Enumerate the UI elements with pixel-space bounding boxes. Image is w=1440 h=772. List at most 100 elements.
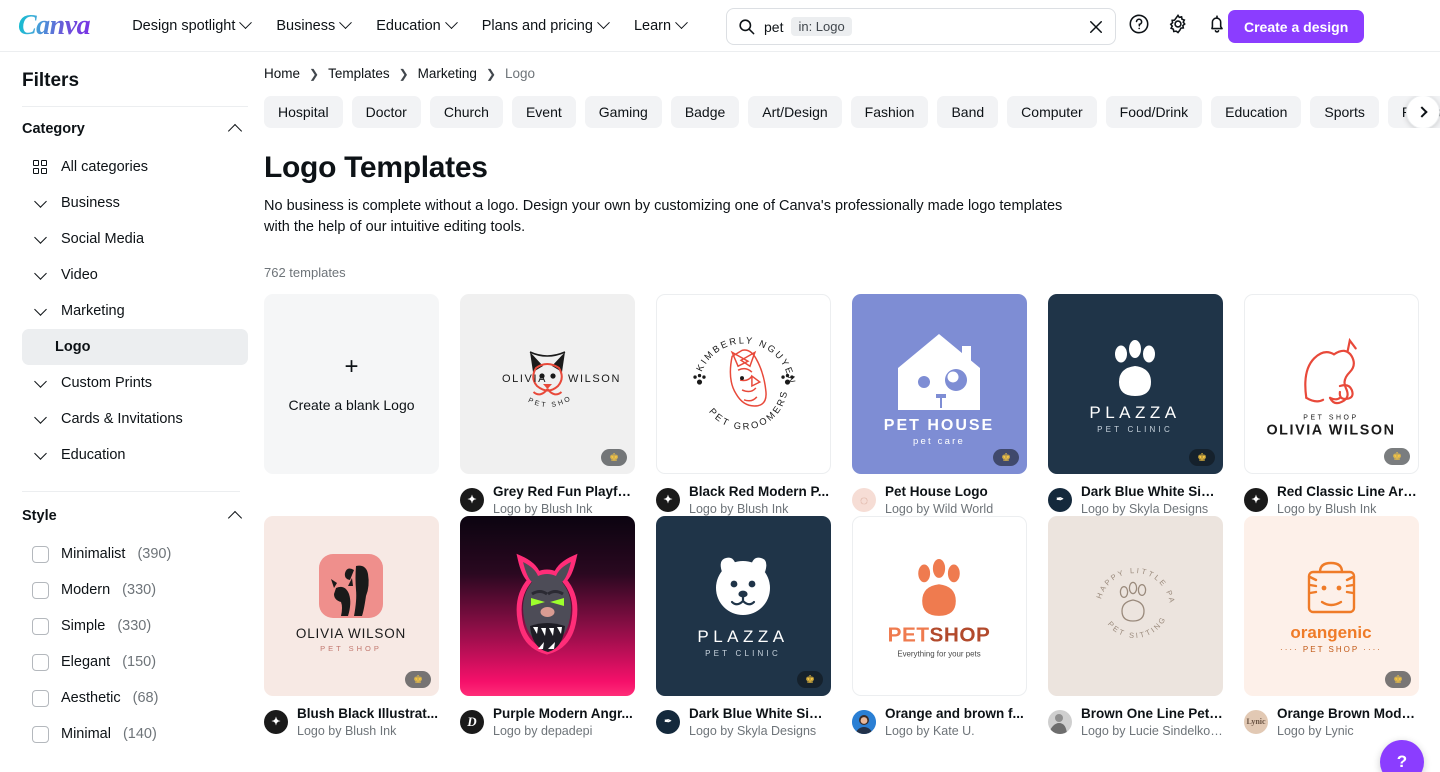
nav-item-learn[interactable]: Learn [624,11,696,41]
style-count: (68) [132,690,159,706]
sidebar-item-custom-prints[interactable]: Custom Prints [22,365,248,401]
orange-paw-petshop-art: PETSHOP Everything for your pets [888,558,990,658]
breadcrumb-templates[interactable]: Templates [328,66,390,81]
template-card[interactable]: OLIVIA WILSON PET SHOP ♚ ✦ Grey Red Fun … [460,293,635,516]
nav-item-business[interactable]: Business [266,11,360,41]
nav-item-plans-and-pricing[interactable]: Plans and pricing [472,11,618,41]
template-thumbnail[interactable]: OLIVIA WILSON PET SHOP ♚ [460,293,635,474]
template-author: Logo by Blush Ink [1277,501,1377,516]
wolf-circle-badge-art: KIMBERLY NGUYEN PET GROOMERS [693,334,796,432]
checkbox[interactable] [32,689,49,707]
chip-event[interactable]: Event [511,96,576,128]
template-meta: ◌ Pet House Logo Logo by Wild World [852,484,1027,516]
template-card[interactable]: orangenic ···· PET SHOP ···· ♚ Lynic Ora… [1244,515,1419,738]
author-avatar[interactable]: ✦ [460,487,484,512]
style-filter-elegant[interactable]: Elegant (150) [22,644,248,680]
author-avatar[interactable]: Lynic [1244,709,1268,734]
checkbox[interactable] [32,581,49,599]
template-thumbnail[interactable]: orangenic ···· PET SHOP ···· ♚ [1244,515,1419,696]
template-card[interactable]: PETSHOP Everything for your pets Orange … [852,515,1027,738]
template-thumbnail[interactable]: PLAZZA PET CLINIC ♚ [656,515,831,696]
template-card[interactable]: OLIVIA WILSON PET SHOP ♚ ✦ Blush Black I… [264,515,439,738]
breadcrumb-home[interactable]: Home [264,66,300,81]
style-label: Modern [61,582,111,598]
template-title: Red Classic Line Art ... [1277,483,1419,499]
sidebar-item-business[interactable]: Business [22,185,248,221]
author-avatar[interactable]: ✦ [1244,487,1268,512]
template-thumbnail[interactable] [460,515,635,696]
author-avatar[interactable]: ◌ [852,487,876,512]
chip-badge[interactable]: Badge [670,96,740,128]
sidebar-item-social-media[interactable]: Social Media [22,221,248,257]
nav-item-design-spotlight[interactable]: Design spotlight [122,11,260,41]
chip-sports[interactable]: Sports [1310,96,1379,128]
template-card[interactable]: PET SHOP OLIVIA WILSON ♚ ✦ Red Classic L… [1244,293,1419,516]
style-filter-simple[interactable]: Simple (330) [22,608,248,644]
style-filter-aesthetic[interactable]: Aesthetic (68) [22,680,248,716]
sidebar-item-all-categories[interactable]: All categories [22,149,248,185]
template-thumbnail[interactable]: PET HOUSE pet care ♚ [852,293,1027,474]
search-query-text[interactable]: pet [764,19,783,35]
breadcrumb-marketing[interactable]: Marketing [418,66,477,81]
create-blank-logo-card[interactable]: + Create a blank Logo [264,293,439,474]
create-a-design-button[interactable]: Create a design [1228,10,1365,43]
sidebar-item-cards-and-invitations[interactable]: Cards & Invitations [22,401,248,437]
chip-doctor[interactable]: Doctor [351,96,421,128]
author-avatar[interactable]: ✒ [656,709,680,734]
template-card[interactable]: D Purple Modern Angr... Logo by depadepi [460,515,635,738]
gear-icon[interactable] [1167,13,1189,35]
sidebar-item-logo[interactable]: Logo [22,329,248,365]
chip-art-design[interactable]: Art/Design [748,96,842,128]
canva-logo[interactable]: Canva [14,10,94,42]
bell-icon[interactable] [1206,13,1228,35]
paw-plazza-logo-art: PLAZZA PET CLINIC [1089,339,1176,434]
sidebar-item-marketing[interactable]: Marketing [22,293,248,329]
style-section-header[interactable]: Style [22,508,248,526]
sidebar-item-education[interactable]: Education [22,437,248,473]
chip-fashion[interactable]: Fashion [850,96,929,128]
sidebar-item-video[interactable]: Video [22,257,248,293]
search-scope-chip[interactable]: in: Logo [791,17,852,36]
author-avatar[interactable] [1048,709,1072,734]
chevron-down-icon [32,411,48,425]
clear-icon[interactable] [1087,18,1105,36]
page-body: Filters Category All categories Business… [0,52,1440,772]
style-filter-minimal[interactable]: Minimal (140) [22,716,248,752]
checkbox[interactable] [32,653,49,671]
author-avatar[interactable]: D [460,709,484,734]
chip-band[interactable]: Band [937,96,999,128]
template-card[interactable]: PLAZZA PET CLINIC ♚ ✒ Dark Blue White Si… [1048,293,1223,516]
template-card[interactable]: PLAZZA PET CLINIC ♚ ✒ Dark Blue White Si… [656,515,831,738]
style-filter-minimalist[interactable]: Minimalist (390) [22,536,248,572]
nav-item-education[interactable]: Education [366,11,466,41]
author-avatar[interactable]: ✦ [656,487,680,512]
author-avatar[interactable] [852,709,876,734]
style-filter-modern[interactable]: Modern (330) [22,572,248,608]
template-thumbnail[interactable]: OLIVIA WILSON PET SHOP ♚ [264,515,439,696]
template-card[interactable]: PET HOUSE pet care ♚ ◌ Pet House Logo Lo… [852,293,1027,516]
chip-education[interactable]: Education [1211,96,1302,128]
help-fab-button[interactable]: ? [1380,740,1424,772]
chips-next-button[interactable] [1406,96,1440,128]
pro-crown-badge: ♚ [405,670,431,688]
chip-food-drink[interactable]: Food/Drink [1105,96,1203,128]
template-thumbnail[interactable]: PETSHOP Everything for your pets [852,515,1027,696]
chip-computer[interactable]: Computer [1007,96,1097,128]
template-thumbnail[interactable]: KIMBERLY NGUYEN PET GROOMERS [656,293,831,474]
search-bar[interactable]: Home pet in: Logo [726,8,1116,45]
help-icon[interactable] [1128,13,1150,35]
template-thumbnail[interactable]: HAPPY LITTLE PAWS PET SITTING [1048,515,1223,696]
author-avatar[interactable]: ✦ [264,709,288,734]
category-section-header[interactable]: Category [22,121,248,139]
chip-hospital[interactable]: Hospital [264,96,343,128]
template-thumbnail[interactable]: PET SHOP OLIVIA WILSON ♚ [1244,293,1419,474]
template-card[interactable]: KIMBERLY NGUYEN PET GROOMERS ✦ Black Red… [656,293,831,516]
checkbox[interactable] [32,725,49,743]
checkbox[interactable] [32,617,49,635]
author-avatar[interactable]: ✒ [1048,487,1072,512]
template-card[interactable]: HAPPY LITTLE PAWS PET SITTING [1048,515,1223,738]
chip-church[interactable]: Church [429,96,503,128]
template-thumbnail[interactable]: PLAZZA PET CLINIC ♚ [1048,293,1223,474]
chip-gaming[interactable]: Gaming [584,96,662,128]
checkbox[interactable] [32,545,49,563]
